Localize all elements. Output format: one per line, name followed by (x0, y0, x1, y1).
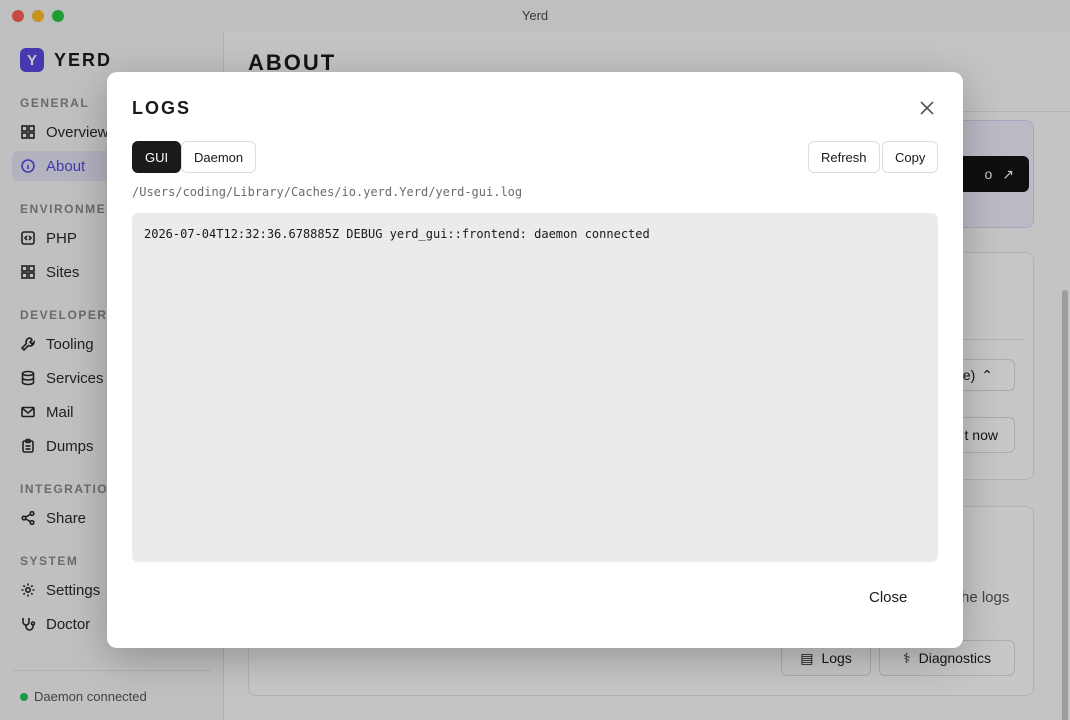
close-button[interactable]: Close (869, 589, 907, 606)
tab-daemon[interactable]: Daemon (181, 141, 257, 173)
logs-modal: LOGS GUI Daemon Refresh Copy /Users/codi… (107, 72, 963, 648)
modal-title: LOGS (132, 98, 192, 118)
copy-button[interactable]: Copy (882, 141, 939, 173)
log-file-path: /Users/coding/Library/Caches/io.yerd.Yer… (132, 185, 523, 199)
log-output[interactable]: 2026-07-04T12:32:36.678885Z DEBUG yerd_g… (132, 213, 938, 562)
close-icon[interactable] (915, 96, 939, 120)
refresh-button[interactable]: Refresh (808, 141, 880, 173)
tab-gui[interactable]: GUI (132, 141, 182, 173)
